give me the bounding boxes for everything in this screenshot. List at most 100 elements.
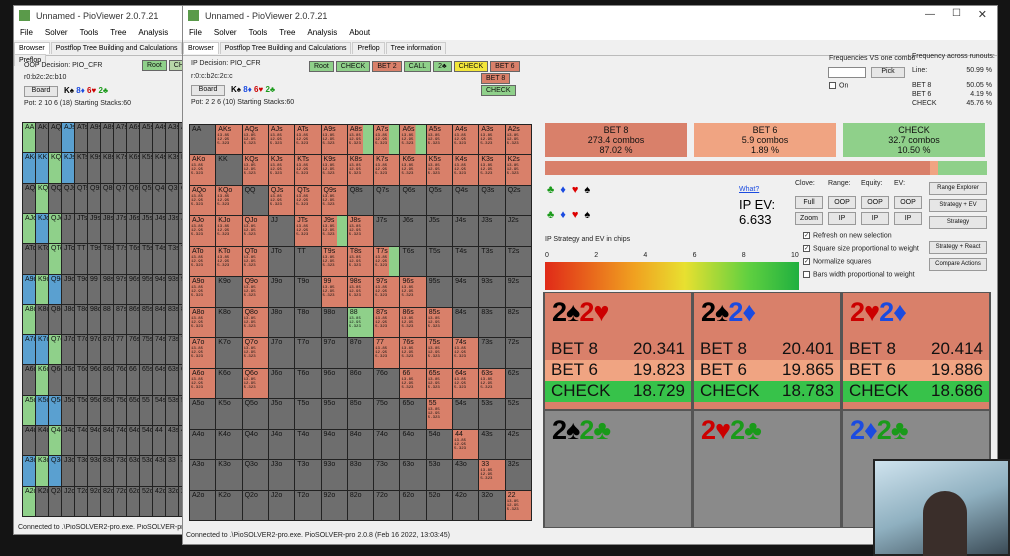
grid-cell-T7s[interactable]: T7s 13.85 12.95 5.323 [374, 246, 400, 277]
back-grid-cell-J3o[interactable]: J3o [62, 456, 74, 486]
close-icon[interactable]: ✕ [978, 8, 987, 21]
grid-cell-43s[interactable]: 43s [479, 429, 505, 460]
diamond-icon[interactable]: ♦ [560, 209, 566, 221]
grid-cell-KJs[interactable]: KJs 13.85 12.95 5.323 [268, 155, 295, 185]
back-grid-cell-85o[interactable]: 85o [101, 395, 113, 426]
view-button-ip[interactable]: IP [861, 212, 889, 225]
grid-cell-J4o[interactable]: J4o [268, 429, 295, 460]
action-check[interactable]: CHECK [481, 85, 516, 96]
heart-icon[interactable]: ♥ [572, 209, 579, 221]
grid-cell-82s[interactable]: 82s [505, 307, 531, 338]
grid-cell-64s[interactable]: 64s 13.85 12.95 5.323 [453, 368, 479, 399]
grid-cell-K8s[interactable]: K8s 13.85 12.95 5.323 [347, 155, 374, 185]
grid-cell-Q9o[interactable]: Q9o 13.85 12.95 5.323 [242, 277, 268, 307]
grid-cell-A8o[interactable]: A8o 13.85 12.95 5.323 [190, 307, 216, 338]
strategy-box-bet-6[interactable]: BET 6 5.9 combos 1.89 % [694, 123, 836, 157]
action-check[interactable]: CHECK [335, 61, 371, 72]
grid-cell-K4o[interactable]: K4o [216, 429, 242, 460]
back-grid-cell-32o[interactable]: 32o [166, 486, 178, 516]
back-grid-cell-T7o[interactable]: T7o [75, 335, 87, 365]
back-grid-cell-44[interactable]: 44 [153, 426, 165, 456]
back-grid-cell-AQo[interactable]: AQo [23, 183, 35, 213]
grid-cell-A7o[interactable]: A7o 13.85 12.95 5.323 [190, 338, 216, 368]
back-grid-cell-T5o[interactable]: T5o [75, 395, 87, 426]
heart-icon[interactable]: ♥ [572, 184, 579, 196]
back-grid-cell-T9s[interactable]: T9s [88, 244, 100, 274]
grid-cell-K7o[interactable]: K7o [216, 338, 242, 368]
back-grid-cell-KTo[interactable]: KTo [36, 244, 48, 274]
grid-cell-A5s[interactable]: A5s 13.85 12.95 5.323 [426, 125, 453, 155]
back-grid-cell-J8s[interactable]: J8s [101, 213, 113, 244]
combo-input[interactable] [828, 67, 866, 78]
action-bet-2[interactable]: BET 2 [372, 61, 402, 72]
grid-cell-95o[interactable]: 95o [321, 399, 347, 429]
grid-cell-63o[interactable]: 63o [400, 460, 426, 490]
back-grid-cell-74o[interactable]: 74o [114, 426, 126, 456]
grid-cell-T3o[interactable]: T3o [295, 460, 321, 490]
back-grid-cell-Q3s[interactable]: Q3s [166, 183, 178, 213]
back-grid-cell-A3s[interactable]: A3s [166, 123, 178, 153]
grid-cell-98s[interactable]: 98s 13.85 12.95 5.323 [347, 277, 374, 307]
grid-cell-A9o[interactable]: A9o 13.85 12.95 5.323 [190, 277, 216, 307]
view-button-zoom[interactable]: Zoom [795, 212, 823, 225]
grid-cell-Q8s[interactable]: Q8s [347, 185, 374, 216]
grid-cell-QJs[interactable]: QJs 13.85 12.95 5.323 [268, 185, 295, 216]
grid-cell-Q2s[interactable]: Q2s [505, 185, 531, 216]
back-grid-cell-K7s[interactable]: K7s [114, 153, 126, 183]
suit-filter-top[interactable]: ♣ ♦ ♥ ♠ [547, 184, 596, 196]
back-grid-cell-AQs[interactable]: AQs [49, 123, 61, 153]
menu-item-tools[interactable]: Tools [243, 26, 274, 39]
grid-cell-KK[interactable]: KK [216, 155, 242, 185]
back-grid-cell-77[interactable]: 77 [114, 335, 126, 365]
grid-cell-AJo[interactable]: AJo 13.85 12.95 5.323 [190, 216, 216, 246]
tab-0[interactable]: Browser [14, 42, 50, 54]
grid-cell-Q5o[interactable]: Q5o [242, 399, 268, 429]
grid-cell-A2s[interactable]: A2s 13.85 12.95 5.323 [505, 125, 531, 155]
action-2♣[interactable]: 2♣ [433, 61, 452, 72]
back-grid-cell-KJo[interactable]: KJo [36, 213, 48, 244]
back-grid-cell-K8o[interactable]: K8o [36, 304, 48, 335]
back-grid-cell-KK[interactable]: KK [36, 153, 48, 183]
grid-cell-65s[interactable]: 65s 13.85 12.95 5.323 [426, 368, 453, 399]
grid-cell-JTs[interactable]: JTs 13.85 12.95 5.323 [295, 216, 321, 246]
grid-cell-A8s[interactable]: A8s 13.85 12.95 5.323 [347, 125, 374, 155]
back-grid-cell-66[interactable]: 66 [127, 365, 139, 395]
grid-cell-94s[interactable]: 94s [453, 277, 479, 307]
spade-icon[interactable]: ♠ [584, 184, 590, 196]
grid-cell-AQo[interactable]: AQo 13.85 12.95 5.323 [190, 185, 216, 216]
back-grid-cell-63s[interactable]: 63s [166, 365, 178, 395]
back-grid-cell-65o[interactable]: 65o [127, 395, 139, 426]
back-grid-cell-QJo[interactable]: QJo [49, 213, 61, 244]
back-grid-cell-K5s[interactable]: K5s [140, 153, 152, 183]
action-root[interactable]: Root [142, 60, 167, 71]
grid-cell-K3s[interactable]: K3s 13.85 12.95 5.323 [479, 155, 505, 185]
back-grid-cell-A8s[interactable]: A8s [101, 123, 113, 153]
back-grid-cell-86s[interactable]: 86s [127, 304, 139, 335]
back-grid-cell-Q8o[interactable]: Q8o [49, 304, 61, 335]
grid-cell-65o[interactable]: 65o [400, 399, 426, 429]
grid-cell-99[interactable]: 99 13.85 12.95 5.323 [321, 277, 347, 307]
grid-cell-84o[interactable]: 84o [347, 429, 374, 460]
checkbox-box[interactable]: ✓ [803, 245, 810, 252]
back-grid-cell-QTs[interactable]: QTs [75, 183, 87, 213]
back-grid-cell-93o[interactable]: 93o [88, 456, 100, 486]
grid-cell-A4o[interactable]: A4o [190, 429, 216, 460]
back-grid-cell-Q9s[interactable]: Q9s [88, 183, 100, 213]
back-grid-cell-95s[interactable]: 95s [140, 274, 152, 304]
grid-cell-Q6s[interactable]: Q6s [400, 185, 426, 216]
back-grid-cell-Q2o[interactable]: Q2o [49, 486, 61, 516]
action-call[interactable]: CALL [403, 61, 432, 72]
grid-cell-Q7o[interactable]: Q7o 13.85 12.95 5.323 [242, 338, 268, 368]
back-grid-cell-72o[interactable]: 72o [114, 486, 126, 516]
back-grid-cell-QJs[interactable]: QJs [62, 183, 74, 213]
grid-cell-J2s[interactable]: J2s [505, 216, 531, 246]
grid-cell-T2o[interactable]: T2o [295, 490, 321, 520]
back-grid-cell-A2o[interactable]: A2o [23, 486, 35, 516]
back-grid-cell-J3s[interactable]: J3s [166, 213, 178, 244]
back-grid-cell-83o[interactable]: 83o [101, 456, 113, 486]
grid-cell-Q2o[interactable]: Q2o [242, 490, 268, 520]
back-grid-cell-T5s[interactable]: T5s [140, 244, 152, 274]
grid-cell-T2s[interactable]: T2s [505, 246, 531, 277]
grid-cell-T8o[interactable]: T8o [295, 307, 321, 338]
back-grid-cell-82o[interactable]: 82o [101, 486, 113, 516]
